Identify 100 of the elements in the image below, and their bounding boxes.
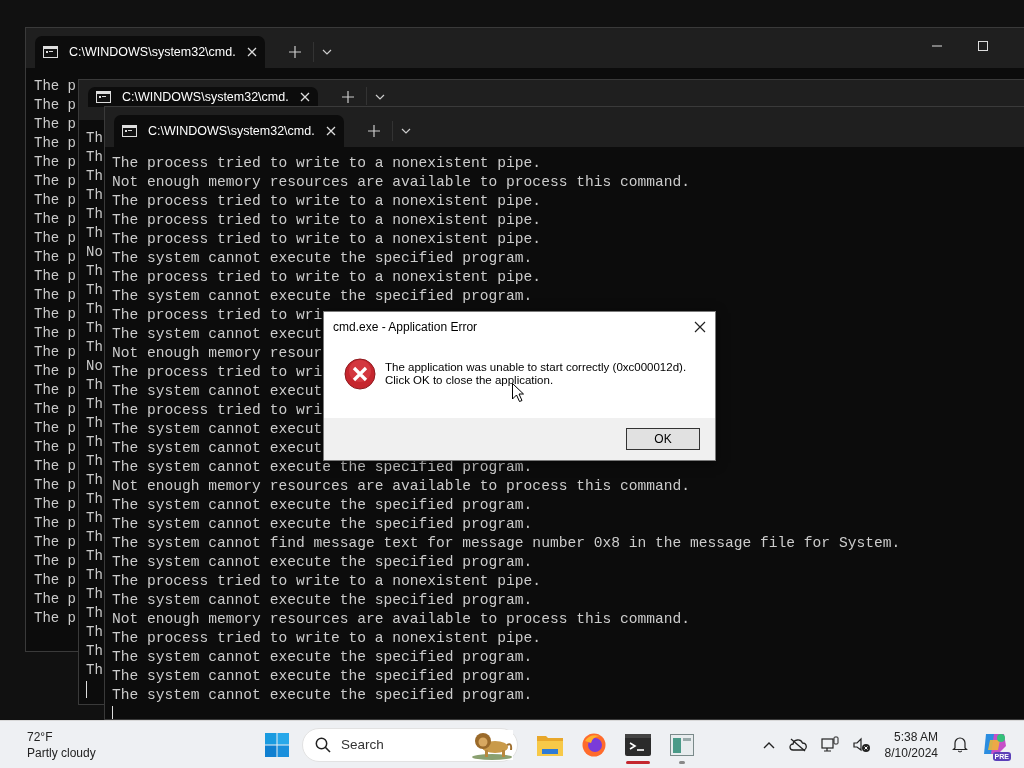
- terminal-line: The p: [34, 115, 76, 134]
- terminal-line: Th: [86, 604, 103, 623]
- error-message: The application was unable to start correctly (0xc000012d).: [385, 360, 687, 374]
- terminal-line: The system cannot execute the specified program.: [112, 496, 533, 515]
- terminal-line: The system cannot execute the specified program.: [112, 553, 533, 572]
- terminal-line: The p: [34, 77, 76, 96]
- new-tab-icon[interactable]: [289, 46, 301, 58]
- terminal-line: The system cannot execute the specified program.: [112, 249, 533, 268]
- terminal-line: Th: [86, 395, 103, 414]
- terminal-line: Th: [86, 338, 103, 357]
- terminal-line: The p: [34, 153, 76, 172]
- copilot-icon[interactable]: [982, 731, 1008, 756]
- terminal-line: The p: [34, 210, 76, 229]
- terminal-line: The p: [34, 552, 76, 571]
- terminal-line: The process tried to write to a nonexistent pipe.: [112, 211, 542, 230]
- clock-date[interactable]: 8/10/2024: [884, 744, 938, 761]
- weather-condition[interactable]: Partly cloudy: [27, 744, 265, 761]
- terminal-line: No: [86, 243, 103, 262]
- terminal-line: Th: [86, 148, 103, 167]
- error-icon: [344, 357, 376, 390]
- terminal-line: Th: [86, 167, 103, 186]
- cloud-off-icon[interactable]: [788, 737, 807, 752]
- terminal-line: The system cannot execute the specified program.: [112, 287, 533, 306]
- terminal-line: Th: [86, 452, 103, 471]
- terminal-line: No: [86, 357, 103, 376]
- tab[interactable]: C:\WINDOWS\system32\cmd.: [114, 115, 344, 147]
- terminal-line: Th: [86, 585, 103, 604]
- close-icon[interactable]: [694, 320, 706, 333]
- terminal-line: The p: [34, 381, 76, 400]
- weather-temperature[interactable]: 72°F: [27, 728, 265, 745]
- terminal-line: The p: [34, 514, 76, 533]
- start-icon[interactable]: [265, 732, 289, 757]
- terminal-line: Th: [86, 281, 103, 300]
- terminal-line: The system cannot find message text for message number 0x8 in the message file for System.: [112, 534, 901, 553]
- terminal-line: The system cannot execute the specified program.: [112, 591, 533, 610]
- terminal-line: The p: [34, 134, 76, 153]
- tab[interactable]: C:\WINDOWS\system32\cmd.: [88, 87, 318, 107]
- terminal-line: Th: [86, 661, 103, 680]
- terminal-line: Th: [86, 490, 103, 509]
- terminal-line: Th: [86, 376, 103, 395]
- new-tab-icon[interactable]: [342, 91, 354, 103]
- terminal-line: The p: [34, 305, 76, 324]
- terminal-line: The system cannot execut: [112, 325, 323, 344]
- terminal-line: Th: [86, 471, 103, 490]
- dropdown-icon[interactable]: [401, 128, 411, 134]
- new-tab-icon[interactable]: [368, 125, 380, 137]
- maximize-icon[interactable]: [978, 41, 988, 51]
- terminal-line: The process tried to wri: [112, 363, 323, 382]
- terminal-line: The system cannot execute the specified program.: [112, 648, 533, 667]
- console-icon: [96, 91, 111, 103]
- chevron-up-icon[interactable]: [762, 740, 775, 749]
- terminal-line: The system cannot execut: [112, 420, 323, 439]
- terminal-line: The p: [34, 400, 76, 419]
- terminal-line: Not enough memory resources are available to process this command.: [112, 610, 690, 629]
- terminal-line: Th: [86, 623, 103, 642]
- tab[interactable]: C:\WINDOWS\system32\cmd.: [35, 36, 265, 68]
- terminal-line: Th: [86, 547, 103, 566]
- terminal-line: The process tried to write to a nonexistent pipe.: [112, 629, 542, 648]
- monitor-icon[interactable]: [820, 735, 839, 754]
- terminal-line: The p: [34, 533, 76, 552]
- terminal-line: Th: [86, 414, 103, 433]
- terminal-line: The process tried to write to a nonexistent pipe.: [112, 230, 542, 249]
- window-icon: [670, 733, 694, 756]
- clock-time[interactable]: 5:38 AM: [893, 728, 938, 745]
- terminal-line: The system cannot execute the specified program.: [112, 686, 533, 705]
- speaker-muted-icon[interactable]: [852, 736, 871, 753]
- terminal-line: Not enough memory resources are available to process this command.: [112, 477, 690, 496]
- terminal-line: The system cannot execute the specified program.: [112, 667, 533, 686]
- terminal-line: The p: [34, 457, 76, 476]
- terminal-line: The system cannot execute the specified program.: [112, 515, 533, 534]
- terminal-line: The p: [34, 495, 76, 514]
- terminal-line: The p: [34, 609, 76, 628]
- dropdown-icon[interactable]: [375, 94, 385, 100]
- ok-button[interactable]: OK: [626, 428, 700, 450]
- dropdown-icon[interactable]: [322, 49, 332, 55]
- terminal-line: The p: [34, 362, 76, 381]
- terminal-line: The process tried to wri: [112, 401, 323, 420]
- terminal-line: The p: [34, 343, 76, 362]
- text-cursor: [86, 681, 87, 698]
- terminal-line: Th: [86, 509, 103, 528]
- folder-icon: [537, 733, 563, 756]
- terminal-line: The p: [34, 191, 76, 210]
- terminal-line: Th: [86, 319, 103, 338]
- search-icon: [315, 736, 331, 753]
- search-input[interactable]: Search: [341, 737, 451, 752]
- terminal-line: Th: [86, 129, 103, 148]
- terminal-line: Th: [86, 186, 103, 205]
- terminal-line: The p: [34, 267, 76, 286]
- terminal-line: Th: [86, 262, 103, 281]
- terminal-line: The p: [34, 324, 76, 343]
- terminal-line: Th: [86, 433, 103, 452]
- search-box[interactable]: Search: [302, 727, 518, 762]
- terminal-line: The process tried to write to a nonexistent pipe.: [112, 192, 542, 211]
- terminal-line: Th: [86, 300, 103, 319]
- terminal-line: The process tried to wri: [112, 306, 323, 325]
- terminal-line: Th: [86, 205, 103, 224]
- terminal-icon: [625, 733, 651, 756]
- terminal-line: Th: [86, 566, 103, 585]
- terminal-line: The process tried to write to a nonexistent pipe.: [112, 154, 542, 173]
- bell-icon[interactable]: [952, 736, 968, 753]
